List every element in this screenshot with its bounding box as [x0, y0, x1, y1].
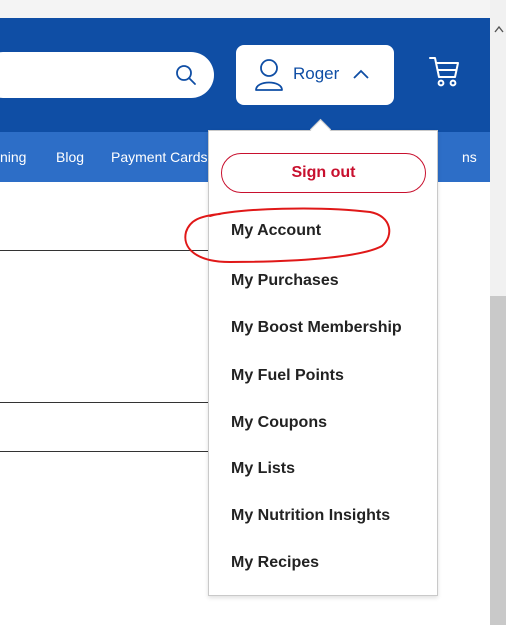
nav-item-partial[interactable]: ning — [0, 149, 26, 165]
menu-item-my-coupons[interactable]: My Coupons — [231, 413, 327, 433]
search-icon[interactable] — [174, 63, 198, 87]
sign-out-button[interactable]: Sign out — [221, 153, 426, 193]
menu-item-my-purchases[interactable]: My Purchases — [231, 271, 339, 291]
menu-item-my-boost-membership[interactable]: My Boost Membership — [231, 318, 402, 338]
menu-item-my-nutrition-insights[interactable]: My Nutrition Insights — [231, 506, 390, 526]
nav-item-partial-right[interactable]: ns — [462, 149, 477, 165]
chevron-up-icon — [353, 69, 369, 79]
content-divider — [0, 250, 208, 251]
top-strip — [0, 0, 490, 18]
cart-icon[interactable] — [426, 53, 462, 89]
menu-item-my-fuel-points[interactable]: My Fuel Points — [231, 366, 344, 386]
user-icon — [255, 59, 283, 91]
scrollbar-thumb[interactable] — [490, 296, 506, 625]
account-dropdown-menu: Sign out My Account My Purchases My Boos… — [208, 130, 438, 596]
content-divider — [0, 451, 208, 452]
content-divider — [0, 402, 208, 403]
site-header: Roger — [0, 18, 490, 132]
account-user-name: Roger — [293, 64, 340, 83]
account-button[interactable]: Roger — [236, 45, 394, 105]
nav-item-payment-cards[interactable]: Payment Cards — [111, 149, 207, 165]
menu-item-my-recipes[interactable]: My Recipes — [231, 553, 319, 573]
search-bar[interactable] — [0, 52, 214, 98]
scroll-up-arrow-icon[interactable] — [494, 25, 504, 33]
menu-item-my-lists[interactable]: My Lists — [231, 459, 295, 479]
nav-item-blog[interactable]: Blog — [56, 149, 84, 165]
menu-item-my-account[interactable]: My Account — [231, 221, 321, 241]
